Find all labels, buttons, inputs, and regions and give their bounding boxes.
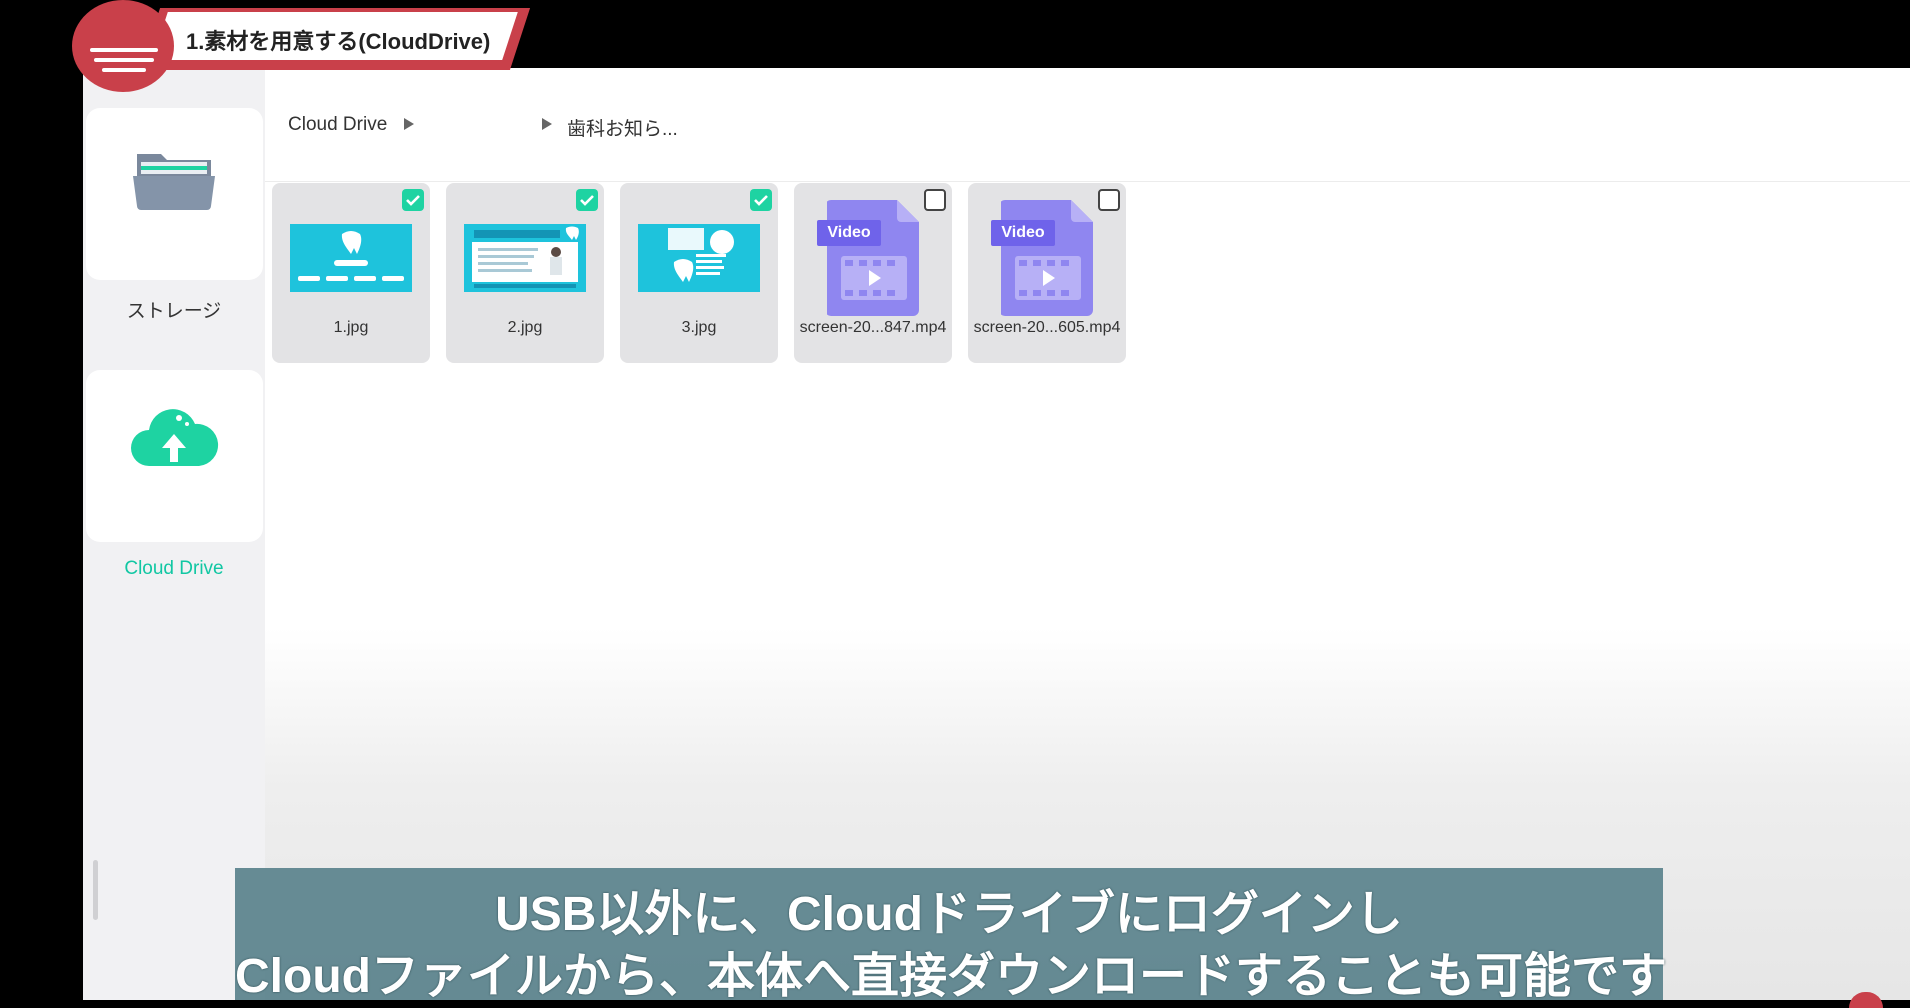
sidebar-scrollbar[interactable] xyxy=(93,860,98,920)
breadcrumb-current[interactable]: 歯科お知ら... xyxy=(567,114,678,141)
file-name: 1.jpg xyxy=(333,319,369,336)
sidebar-item-cloud-drive-label: Cloud Drive xyxy=(124,558,224,579)
chevron-right-icon xyxy=(404,118,414,130)
image-thumbnail xyxy=(290,224,412,292)
video-badge: Video xyxy=(991,220,1055,246)
file-name: 2.jpg xyxy=(507,319,543,336)
file-tile[interactable]: 2.jpg xyxy=(446,183,604,363)
file-tile[interactable]: Video screen-20...847.mp4 xyxy=(794,183,952,363)
file-tile[interactable]: 3.jpg xyxy=(620,183,778,363)
folder-icon xyxy=(133,154,215,210)
file-name: screen-20...847.mp4 xyxy=(799,319,947,336)
image-thumbnail xyxy=(464,224,586,292)
video-subtitle: USB以外に、Cloudドライブにログインし Cloudファイルから、本体へ直接… xyxy=(235,868,1667,1003)
cloud-upload-icon xyxy=(131,409,219,466)
chevron-right-icon xyxy=(542,118,552,130)
checkbox-unchecked[interactable] xyxy=(1098,189,1120,211)
checkmark-icon xyxy=(580,195,594,206)
file-name: 3.jpg xyxy=(681,319,717,336)
checkbox-checked[interactable] xyxy=(750,189,772,211)
sidebar: ストレージ Cloud Drive xyxy=(83,68,265,1000)
checkbox-checked[interactable] xyxy=(402,189,424,211)
sidebar-item-storage-label: ストレージ xyxy=(126,301,222,322)
checkbox-checked[interactable] xyxy=(576,189,598,211)
file-name: screen-20...605.mp4 xyxy=(973,319,1121,336)
file-tile[interactable]: 1.jpg xyxy=(272,183,430,363)
divider xyxy=(265,181,1910,182)
subtitle-line-1: USB以外に、Cloudドライブにログインし xyxy=(495,888,1403,941)
file-tile[interactable]: Video screen-20...605.mp4 xyxy=(968,183,1126,363)
sidebar-item-storage[interactable] xyxy=(86,108,263,280)
video-file-icon xyxy=(827,200,919,316)
subtitle-line-2: Cloudファイルから、本体へ直接ダウンロードすることも可能です xyxy=(235,950,1667,1003)
video-file-icon xyxy=(1001,200,1093,316)
video-badge: Video xyxy=(817,220,881,246)
file-manager-window: ストレージ Cloud Drive Cloud Drive 歯科お知ら... 1… xyxy=(83,68,1910,1000)
breadcrumb-root[interactable]: Cloud Drive xyxy=(288,114,387,136)
sidebar-item-cloud-drive[interactable] xyxy=(86,370,263,542)
step-title: 1.素材を用意する(CloudDrive) xyxy=(186,29,491,54)
checkmark-icon xyxy=(754,195,768,206)
image-thumbnail xyxy=(638,224,760,292)
checkmark-icon xyxy=(406,195,420,206)
main-content: Cloud Drive 歯科お知ら... 1.jpg 2.jpg 3.jpg V… xyxy=(265,68,1910,1000)
checkbox-unchecked[interactable] xyxy=(924,189,946,211)
channel-logo-icon xyxy=(72,0,174,92)
